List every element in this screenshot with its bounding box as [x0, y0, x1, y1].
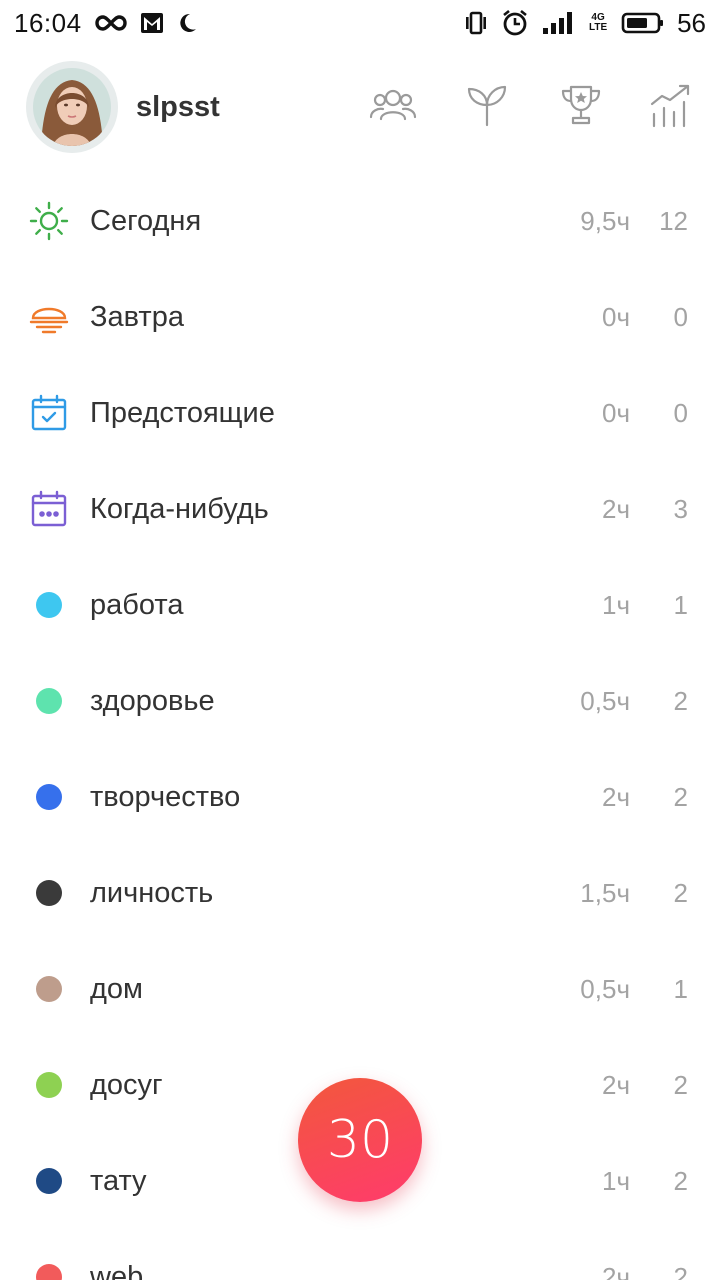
dot-icon-wrap [28, 680, 70, 722]
list-item-label: Сегодня [90, 204, 202, 237]
list-item-hours: 1ч [601, 589, 630, 620]
list-item-someday[interactable]: Когда-нибудь 2ч 3 [0, 461, 720, 557]
avatar[interactable] [26, 61, 118, 153]
dot-icon-wrap [28, 1256, 70, 1280]
sun-icon [28, 200, 70, 242]
list-item-label: web [90, 1260, 144, 1280]
growth-button[interactable] [440, 77, 534, 137]
dot-icon-wrap [28, 968, 70, 1010]
achievements-button[interactable] [534, 77, 628, 137]
list-item-today[interactable]: Сегодня 9,5ч 12 [0, 173, 720, 269]
battery-icon [621, 11, 665, 35]
list-item-label: творчество [90, 780, 241, 813]
dot-icon-wrap [28, 776, 70, 818]
dot-icon [36, 1072, 62, 1098]
list-item-project[interactable]: работа 1ч 1 [0, 557, 720, 653]
list-item-count: 0 [673, 301, 688, 332]
statistics-button[interactable] [628, 77, 694, 137]
list-item-hours: 2ч [601, 1261, 630, 1280]
stats-icon [648, 82, 694, 133]
list-item-label: Предстоящие [90, 396, 275, 429]
list-item-hours: 0,5ч [580, 973, 630, 1004]
sprout-icon [465, 83, 509, 132]
status-bar-left: 16:04 [14, 8, 198, 39]
list-item-label: Завтра [90, 300, 184, 333]
dot-icon [36, 976, 62, 1002]
list-item-hours: 2ч [601, 1069, 630, 1100]
status-bar-right: 4G LTE 56 [463, 8, 706, 39]
calendar-dots-icon [28, 488, 70, 530]
list-item-count: 2 [673, 877, 688, 908]
list-item-label: работа [90, 588, 184, 621]
network-label: 4G LTE [587, 13, 609, 33]
dot-icon [36, 1264, 62, 1280]
dot-icon-wrap [28, 1160, 70, 1202]
list-item-count: 12 [659, 205, 688, 236]
list-item-count: 1 [673, 973, 688, 1004]
list-item-hours: 1ч [601, 1165, 630, 1196]
list-item-project[interactable]: здоровье 0,5ч 2 [0, 653, 720, 749]
friends-icon [368, 85, 418, 130]
list-item-hours: 9,5ч [580, 205, 630, 236]
status-bar: 16:04 4G LTE 56 [0, 0, 720, 46]
list-item-hours: 0ч [601, 301, 630, 332]
app-root: 16:04 4G LTE 56 slpsst Сегодня 9,5ч 12 З… [0, 0, 720, 1280]
avatar-image [33, 68, 111, 146]
network-type-text: 4G LTE [589, 12, 608, 33]
list-item-label: Когда-нибудь [90, 492, 269, 525]
calendar-check-icon [28, 392, 70, 434]
list-item-project[interactable]: дом 0,5ч 1 [0, 941, 720, 1037]
sunrise-icon [28, 296, 70, 338]
dot-icon [36, 1168, 62, 1194]
trophy-icon [559, 83, 603, 132]
list-item-hours: 2ч [601, 493, 630, 524]
alarm-icon [501, 9, 529, 37]
list-item-tomorrow[interactable]: Завтра 0ч 0 [0, 269, 720, 365]
signal-icon [541, 10, 575, 36]
list-item-upcoming[interactable]: Предстоящие 0ч 0 [0, 365, 720, 461]
gmail-icon [140, 12, 164, 34]
list-item-project[interactable]: web 2ч 2 [0, 1229, 720, 1280]
dot-icon [36, 592, 62, 618]
profile-header: slpsst [0, 46, 720, 168]
focus-timer-label: 30 [326, 1110, 394, 1170]
list-item-hours: 0,5ч [580, 685, 630, 716]
list-item-count: 2 [673, 781, 688, 812]
list-item-hours: 2ч [601, 781, 630, 812]
list-item-count: 2 [673, 685, 688, 716]
header-actions [346, 77, 694, 137]
infinity-icon [94, 13, 128, 33]
dot-icon [36, 784, 62, 810]
list-item-hours: 0ч [601, 397, 630, 428]
list-item-label: личность [90, 876, 214, 909]
moon-icon [176, 12, 198, 34]
list-item-project[interactable]: творчество 2ч 2 [0, 749, 720, 845]
status-time: 16:04 [14, 7, 82, 38]
friends-button[interactable] [346, 77, 440, 137]
list-item-count: 2 [673, 1261, 688, 1280]
username: slpsst [136, 90, 220, 123]
dot-icon-wrap [28, 1064, 70, 1106]
list-item-count: 2 [673, 1069, 688, 1100]
dot-icon [36, 880, 62, 906]
dot-icon-wrap [28, 584, 70, 626]
list-item-count: 3 [673, 493, 688, 524]
dot-icon-wrap [28, 872, 70, 914]
battery-level: 56 [677, 7, 706, 38]
vibrate-icon [463, 11, 489, 35]
dot-icon [36, 688, 62, 714]
list-item-label: дом [90, 972, 143, 1005]
list-item-project[interactable]: личность 1,5ч 2 [0, 845, 720, 941]
list-item-count: 1 [673, 589, 688, 620]
list-item-count: 0 [673, 397, 688, 428]
focus-timer-button[interactable]: 30 [298, 1078, 422, 1202]
list-item-hours: 1,5ч [580, 877, 630, 908]
list-item-count: 2 [673, 1165, 688, 1196]
list-item-label: здоровье [90, 684, 215, 717]
